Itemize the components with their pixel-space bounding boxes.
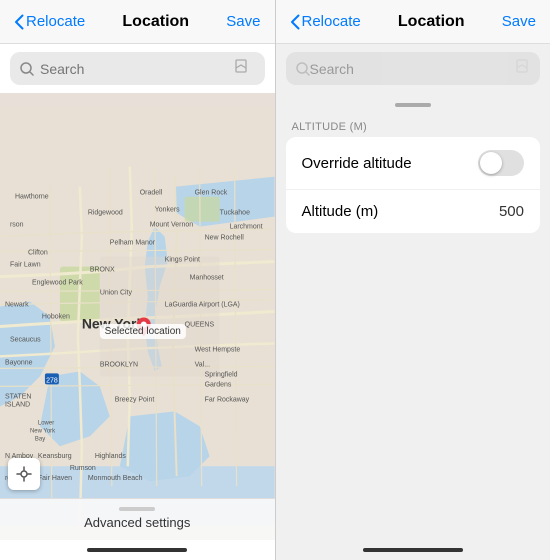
right-drag-bar bbox=[395, 103, 431, 107]
svg-text:Bayonne: Bayonne bbox=[5, 359, 33, 366]
svg-text:Hoboken: Hoboken bbox=[42, 313, 70, 320]
svg-text:Tuckahoe: Tuckahoe bbox=[220, 210, 250, 217]
right-nav-title: Location bbox=[398, 13, 465, 31]
altitude-label: Altitude (m) bbox=[302, 203, 379, 220]
map-container[interactable]: Ridgewood Hawthorne rson Clifton Glen Ro… bbox=[0, 93, 275, 540]
override-altitude-toggle[interactable] bbox=[478, 150, 524, 176]
svg-text:ISLAND: ISLAND bbox=[5, 401, 30, 408]
svg-text:LaGuardia Airport (LGA): LaGuardia Airport (LGA) bbox=[165, 302, 240, 309]
right-panel: Relocate Location Save ALTITUDE (M) Over… bbox=[276, 0, 550, 560]
svg-text:New Rochell: New Rochell bbox=[205, 235, 245, 242]
override-altitude-label: Override altitude bbox=[302, 155, 412, 172]
svg-text:Oradell: Oradell bbox=[140, 190, 163, 197]
location-pin: Selected location bbox=[100, 322, 186, 339]
svg-text:Fair Lawn: Fair Lawn bbox=[10, 262, 41, 269]
right-nav-bar: Relocate Location Save bbox=[276, 0, 550, 44]
svg-text:278: 278 bbox=[46, 377, 58, 384]
svg-text:Larchmont: Larchmont bbox=[230, 224, 263, 231]
svg-text:Newark: Newark bbox=[5, 302, 29, 309]
home-bar-left bbox=[87, 548, 187, 552]
svg-text:Gardens: Gardens bbox=[205, 381, 232, 388]
left-panel: Relocate Location Save bbox=[0, 0, 275, 560]
right-search-input bbox=[310, 61, 515, 77]
svg-text:Englewood Park: Englewood Park bbox=[32, 280, 83, 287]
svg-text:Keansburg: Keansburg bbox=[38, 453, 72, 460]
svg-text:Secaucus: Secaucus bbox=[10, 336, 41, 343]
location-button[interactable] bbox=[8, 458, 40, 490]
left-back-button[interactable]: Relocate bbox=[14, 13, 85, 30]
svg-text:Breezy Point: Breezy Point bbox=[115, 396, 155, 403]
bookmark-icon bbox=[233, 58, 255, 79]
altitude-section-header: ALTITUDE (M) bbox=[276, 113, 550, 137]
svg-text:Glen Rock: Glen Rock bbox=[195, 190, 228, 197]
svg-text:Hawthorne: Hawthorne bbox=[15, 194, 49, 201]
svg-text:Far Rockaway: Far Rockaway bbox=[205, 396, 250, 403]
home-bar-right bbox=[363, 548, 463, 552]
left-back-label: Relocate bbox=[26, 13, 85, 30]
svg-text:Pelham Manor: Pelham Manor bbox=[110, 240, 156, 247]
right-back-button[interactable]: Relocate bbox=[290, 13, 361, 30]
svg-text:Yonkers: Yonkers bbox=[155, 207, 180, 214]
toggle-knob bbox=[480, 152, 502, 174]
left-search-bar[interactable] bbox=[10, 52, 265, 85]
svg-text:rson: rson bbox=[10, 222, 24, 229]
map-background: Ridgewood Hawthorne rson Clifton Glen Ro… bbox=[0, 93, 275, 540]
svg-text:Ridgewood: Ridgewood bbox=[88, 210, 123, 217]
home-indicator-right bbox=[276, 540, 550, 560]
map-svg: Ridgewood Hawthorne rson Clifton Glen Ro… bbox=[0, 93, 275, 540]
altitude-value: 500 bbox=[499, 203, 524, 220]
search-icon bbox=[20, 62, 34, 76]
svg-text:Lower: Lower bbox=[38, 420, 54, 426]
drag-handle bbox=[119, 507, 155, 511]
right-drag-handle bbox=[276, 93, 550, 113]
right-spacer bbox=[276, 233, 550, 540]
right-bookmark-icon bbox=[514, 58, 530, 79]
right-back-label: Relocate bbox=[302, 13, 361, 30]
svg-text:BRONX: BRONX bbox=[90, 267, 115, 274]
left-save-button[interactable]: Save bbox=[226, 13, 260, 30]
right-search-bar bbox=[286, 52, 541, 85]
selected-location-label: Selected location bbox=[100, 324, 186, 339]
right-save-button[interactable]: Save bbox=[502, 13, 536, 30]
svg-text:Mount Vernon: Mount Vernon bbox=[150, 222, 194, 229]
svg-text:West Hempste: West Hempste bbox=[195, 346, 241, 353]
advanced-settings-label: Advanced settings bbox=[84, 515, 190, 532]
svg-text:Fair Haven: Fair Haven bbox=[38, 475, 72, 482]
search-input[interactable] bbox=[40, 61, 227, 77]
svg-text:Clifton: Clifton bbox=[28, 250, 48, 257]
altitude-row: Altitude (m) 500 bbox=[286, 190, 541, 233]
svg-text:Rumson: Rumson bbox=[70, 465, 96, 472]
svg-text:STATEN: STATEN bbox=[5, 393, 31, 400]
advanced-settings-bar[interactable]: Advanced settings bbox=[0, 498, 275, 540]
svg-text:Highlands: Highlands bbox=[95, 453, 127, 460]
svg-text:Val...: Val... bbox=[195, 361, 210, 368]
svg-text:Monmouth Beach: Monmouth Beach bbox=[88, 475, 143, 482]
settings-card: Override altitude Altitude (m) 500 bbox=[286, 137, 541, 233]
map-controls bbox=[8, 458, 40, 490]
right-search-icon bbox=[296, 62, 310, 76]
svg-text:Union City: Union City bbox=[100, 290, 133, 297]
svg-text:Kings Point: Kings Point bbox=[165, 257, 200, 264]
svg-text:BROOKLYN: BROOKLYN bbox=[100, 361, 138, 368]
svg-text:QUEENS: QUEENS bbox=[185, 321, 215, 328]
override-altitude-row: Override altitude bbox=[286, 137, 541, 190]
home-indicator-left bbox=[0, 540, 275, 560]
svg-text:New York: New York bbox=[30, 428, 55, 434]
svg-text:Springfield: Springfield bbox=[205, 371, 238, 378]
left-nav-title: Location bbox=[122, 13, 189, 31]
left-nav-bar: Relocate Location Save bbox=[0, 0, 275, 44]
svg-text:Bay: Bay bbox=[35, 436, 45, 442]
svg-text:Manhosset: Manhosset bbox=[190, 275, 224, 282]
